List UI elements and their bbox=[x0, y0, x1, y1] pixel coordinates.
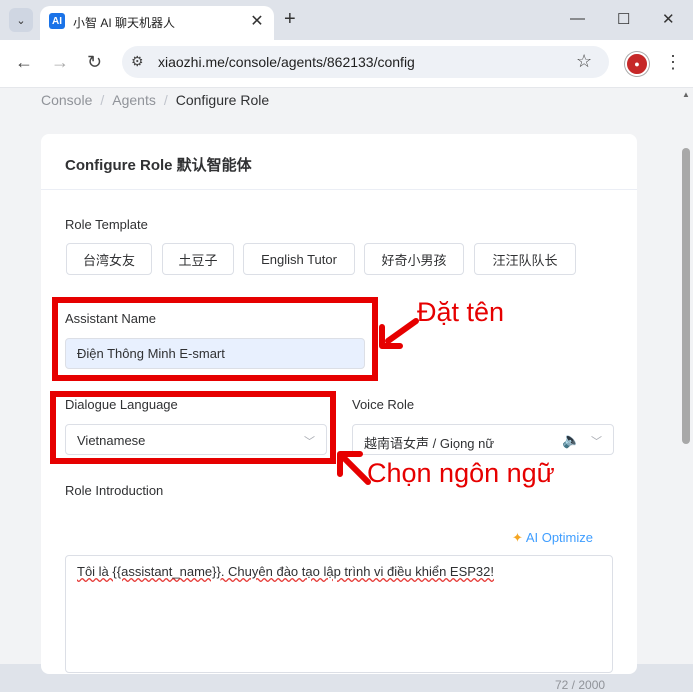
bookmark-star-icon[interactable]: ☆ bbox=[576, 51, 592, 72]
favicon-icon: AI bbox=[49, 13, 65, 29]
role-introduction-label: Role Introduction bbox=[65, 483, 164, 498]
template-button-5[interactable]: 汪汪队队长 bbox=[474, 243, 576, 275]
ai-optimize-button[interactable]: ✦ AI Optimize bbox=[512, 530, 593, 546]
chevron-down-icon: ﹀ bbox=[591, 436, 602, 448]
ai-optimize-label: AI Optimize bbox=[525, 530, 593, 545]
site-info-icon[interactable]: ⚙ bbox=[131, 53, 144, 70]
browser-menu-icon[interactable]: ⋮ bbox=[664, 52, 682, 73]
card-header: Configure Role 默认智能体 bbox=[41, 134, 637, 190]
voice-role-select[interactable]: 越南语女声 / Giọng nữ 🔈 ﹀ bbox=[352, 424, 614, 455]
arrow-icon bbox=[379, 318, 419, 349]
new-tab-button[interactable]: + bbox=[284, 8, 296, 31]
name-annotation: Đặt tên bbox=[417, 297, 505, 327]
character-counter: 72 / 2000 bbox=[555, 678, 606, 692]
scroll-up-icon[interactable]: ▲ bbox=[682, 90, 690, 99]
browser-toolbar: ← → ↻ ⚙ xiaozhi.me/console/agents/862133… bbox=[0, 40, 693, 88]
breadcrumb: Console / Agents / Configure Role bbox=[41, 92, 270, 108]
language-annotation: Chọn ngôn ngữ bbox=[367, 458, 555, 488]
breadcrumb-current: Configure Role bbox=[175, 92, 270, 108]
url-text: xiaozhi.me/console/agents/862133/config bbox=[158, 54, 415, 70]
minimize-button[interactable]: — bbox=[570, 10, 585, 27]
close-window-button[interactable]: ✕ bbox=[662, 10, 675, 28]
address-bar[interactable]: ⚙ xiaozhi.me/console/agents/862133/confi… bbox=[122, 46, 609, 78]
close-icon[interactable]: ✕ bbox=[247, 11, 267, 31]
tab-title: 小智 AI 聊天机器人 bbox=[73, 16, 176, 30]
back-button[interactable]: ← bbox=[15, 52, 33, 73]
page-title: Configure Role 默认智能体 bbox=[65, 157, 252, 174]
speaker-icon[interactable]: 🔈 bbox=[562, 431, 581, 449]
template-button-2[interactable]: 土豆子 bbox=[162, 243, 234, 275]
browser-titlebar: ⌄ AI 小智 AI 聊天机器人 ✕ + — ☐ ✕ bbox=[0, 0, 693, 40]
chevron-down-icon: ⌄ bbox=[16, 14, 26, 27]
reload-button[interactable]: ↻ bbox=[87, 52, 102, 73]
forward-button[interactable]: → bbox=[51, 52, 69, 73]
browser-tab[interactable]: AI 小智 AI 聊天机器人 ✕ bbox=[40, 6, 274, 40]
role-template-label: Role Template bbox=[65, 217, 148, 232]
dialogue-language-highlight bbox=[50, 391, 336, 464]
role-introduction-text: Tôi là {{assistant_name}}. Chuyên đào tạ… bbox=[77, 564, 494, 579]
breadcrumb-agents[interactable]: Agents bbox=[112, 92, 156, 108]
sparkle-icon: ✦ bbox=[512, 530, 523, 545]
template-button-3[interactable]: English Tutor bbox=[243, 243, 355, 275]
voice-role-label: Voice Role bbox=[352, 397, 415, 412]
template-button-4[interactable]: 好奇小男孩 bbox=[364, 243, 464, 275]
template-button-1[interactable]: 台湾女友 bbox=[66, 243, 152, 275]
scrollbar-thumb[interactable] bbox=[682, 148, 690, 444]
tab-search-button[interactable]: ⌄ bbox=[9, 8, 33, 32]
voice-role-value: 越南语女声 / Giọng nữ bbox=[364, 436, 495, 451]
maximize-button[interactable]: ☐ bbox=[617, 10, 630, 28]
profile-avatar[interactable]: ● bbox=[625, 52, 649, 76]
assistant-name-highlight bbox=[52, 297, 378, 381]
scrollbar[interactable]: ▲ bbox=[680, 88, 693, 664]
breadcrumb-console[interactable]: Console bbox=[41, 92, 92, 108]
role-introduction-textarea[interactable]: Tôi là {{assistant_name}}. Chuyên đào tạ… bbox=[65, 555, 613, 673]
